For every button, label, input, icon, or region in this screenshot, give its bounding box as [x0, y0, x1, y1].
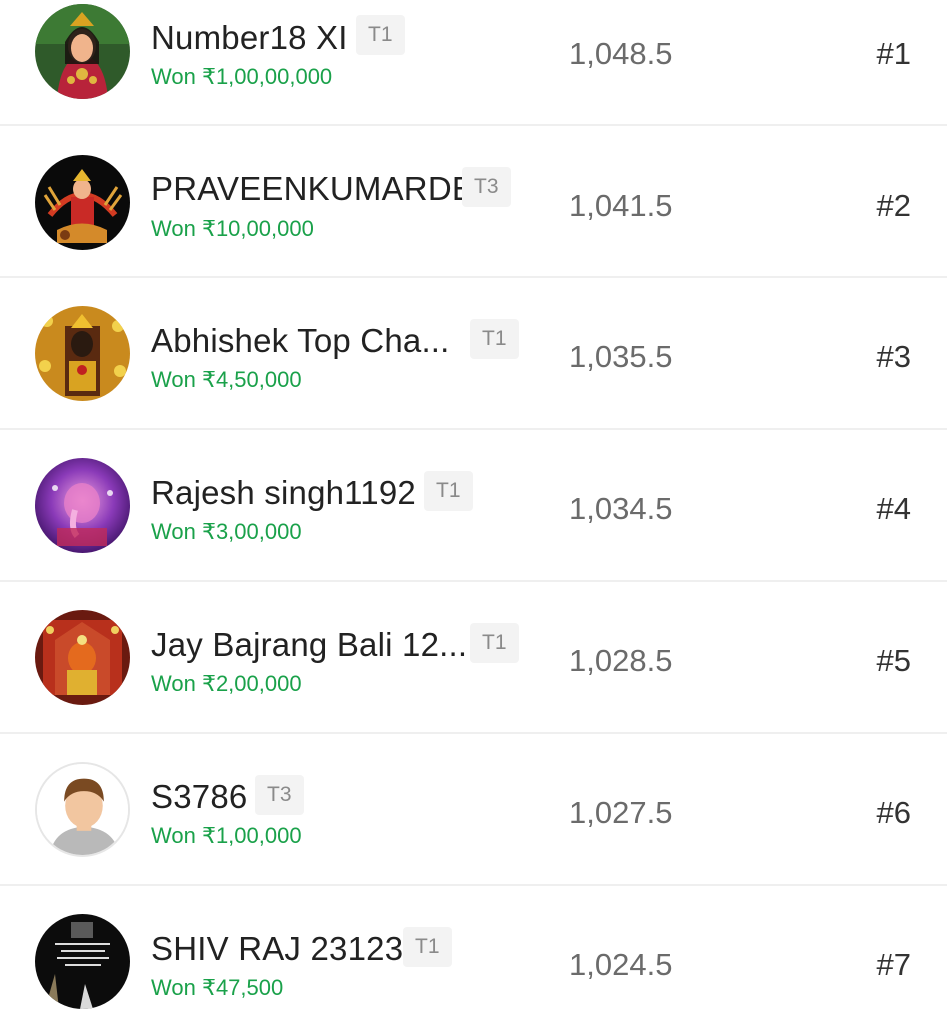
winnings-text: Won ₹47,500	[151, 975, 284, 1000]
rank-value: #5	[876, 643, 911, 678]
points-value: 1,024.5	[569, 947, 673, 982]
default-user-avatar	[35, 762, 130, 857]
points-value: 1,048.5	[569, 36, 673, 71]
player-name: Number18 XI	[151, 19, 348, 56]
player-name: SHIV RAJ 23123	[151, 930, 404, 967]
quote-photo-avatar	[35, 914, 130, 1009]
winnings-text: Won ₹1,00,000	[151, 823, 302, 848]
hanuman-photo-avatar	[35, 610, 130, 705]
durga-photo-avatar	[35, 155, 130, 250]
points-value: 1,027.5	[569, 795, 673, 830]
team-badge: T1	[356, 15, 405, 55]
player-name: PRAVEENKUMARDE	[151, 170, 475, 207]
rank-value: #6	[876, 795, 911, 830]
leaderboard-row[interactable]: SHIV RAJ 23123 T1 Won ₹47,500 1,024.5 #7	[0, 887, 947, 1024]
team-badge: T1	[403, 927, 452, 967]
deity-photo-avatar	[35, 306, 130, 401]
player-name: Abhishek Top Cha...	[151, 322, 450, 359]
leaderboard-row[interactable]: Jay Bajrang Bali 12... T1 Won ₹2,00,000 …	[0, 583, 947, 734]
points-value: 1,028.5	[569, 643, 673, 678]
winnings-text: Won ₹2,00,000	[151, 671, 302, 696]
winnings-text: Won ₹1,00,00,000	[151, 64, 333, 89]
rank-value: #4	[876, 491, 911, 526]
ganesh-photo-avatar	[35, 458, 130, 553]
points-value: 1,035.5	[569, 339, 673, 374]
team-badge: T3	[462, 167, 511, 207]
player-name: Rajesh singh1192	[151, 474, 416, 511]
points-value: 1,034.5	[569, 491, 673, 526]
leaderboard-row[interactable]: S3786 T3 Won ₹1,00,000 1,027.5 #6	[0, 735, 947, 886]
rank-value: #1	[876, 36, 911, 71]
player-name: Jay Bajrang Bali 12...	[151, 626, 468, 663]
leaderboard-row[interactable]: Abhishek Top Cha... T1 Won ₹4,50,000 1,0…	[0, 279, 947, 430]
player-name: S3786	[151, 778, 248, 815]
rank-value: #2	[876, 188, 911, 223]
winnings-text: Won ₹10,00,000	[151, 216, 314, 241]
team-badge: T3	[255, 775, 304, 815]
winnings-text: Won ₹4,50,000	[151, 367, 302, 392]
rank-value: #3	[876, 339, 911, 374]
leaderboard-row[interactable]: Rajesh singh1192 T1 Won ₹3,00,000 1,034.…	[0, 431, 947, 582]
leaderboard-row[interactable]: PRAVEENKUMARDE T3 Won ₹10,00,000 1,041.5…	[0, 127, 947, 278]
points-value: 1,041.5	[569, 188, 673, 223]
leaderboard-list: Number18 XI T1 Won ₹1,00,00,000 1,048.5 …	[0, 0, 947, 1024]
team-badge: T1	[470, 319, 519, 359]
leaderboard-row[interactable]: Number18 XI T1 Won ₹1,00,00,000 1,048.5 …	[0, 0, 947, 126]
winnings-text: Won ₹3,00,000	[151, 519, 302, 544]
team-badge: T1	[470, 623, 519, 663]
rank-value: #7	[876, 947, 911, 982]
team-badge: T1	[424, 471, 473, 511]
goddess-photo-avatar	[35, 4, 130, 99]
